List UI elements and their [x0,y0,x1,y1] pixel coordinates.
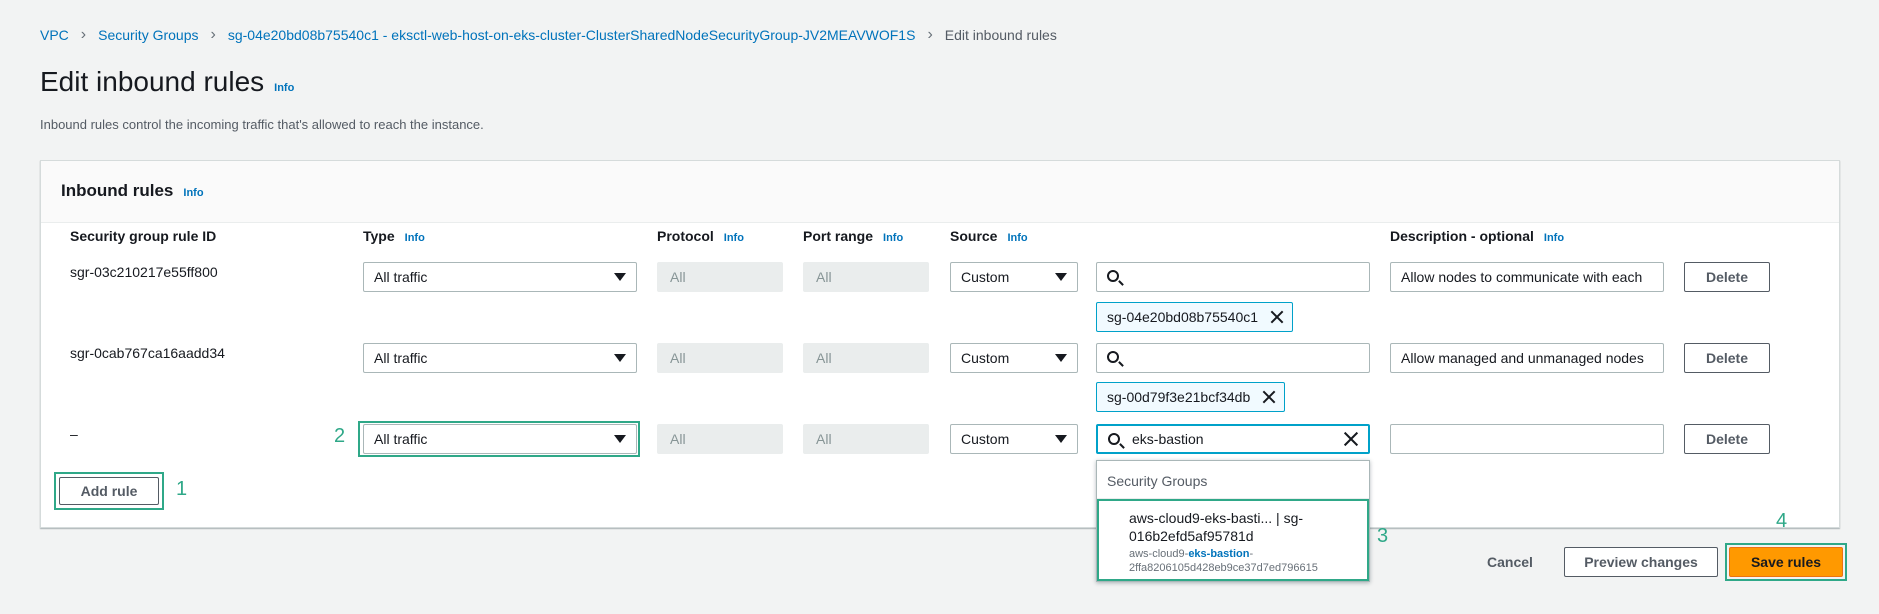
panel-title-text: Inbound rules [61,181,174,200]
description-info-link[interactable]: Info [1544,232,1564,244]
delete-button[interactable]: Delete [1684,262,1770,292]
description-input[interactable] [1390,424,1664,454]
add-rule-button[interactable]: Add rule [59,477,159,505]
column-header-rule-id-text: Security group rule ID [70,228,217,244]
protocol-input: All [657,343,783,373]
column-header-type-text: Type [363,228,395,244]
source-select[interactable]: Custom [950,424,1078,454]
protocol-info-link[interactable]: Info [724,232,744,244]
source-token: sg-04e20bd08b75540c1 [1096,302,1294,332]
panel-title: Inbound rules Info [61,181,204,201]
type-select[interactable]: All traffic [363,262,637,292]
source-token-label: sg-00d79f3e21bcf34db [1107,389,1251,405]
page-title-text: Edit inbound rules [40,66,265,97]
port-range-info-link[interactable]: Info [883,232,903,244]
close-icon[interactable] [1269,309,1285,325]
description-input[interactable]: Allow nodes to communicate with each [1390,262,1664,292]
dropdown-group-label: Security Groups [1097,461,1369,499]
page-title: Edit inbound rules Info [40,66,294,98]
source-select-value: Custom [961,269,1010,285]
search-icon [1107,351,1119,363]
delete-button[interactable]: Delete [1684,424,1770,454]
dropdown-option-tag-match: eks-bastion [1188,548,1250,560]
source-info-link[interactable]: Info [1007,232,1027,244]
source-select-value: Custom [961,431,1010,447]
search-icon [1107,270,1119,282]
close-icon[interactable] [1261,389,1277,405]
step-number-1: 1 [176,478,188,500]
step-number-2: 2 [334,425,346,447]
type-select[interactable]: All traffic [363,424,637,454]
protocol-input: All [657,424,783,454]
dropdown-option-label-line2: 016b2efd5af95781d [1129,528,1254,544]
source-select-value: Custom [961,350,1010,366]
clear-icon[interactable] [1342,430,1360,448]
source-search-input[interactable] [1096,262,1370,292]
column-header-type: Type Info [363,228,425,244]
column-header-description-text: Description - optional [1390,228,1534,244]
port-range-input: All [803,424,929,454]
column-header-rule-id: Security group rule ID [70,228,216,244]
description-input[interactable]: Allow managed and unmanaged nodes [1390,343,1664,373]
breadcrumb-security-group[interactable]: sg-04e20bd08b75540c1 - eksctl-web-host-o… [228,27,916,43]
rule-id: sgr-03c210217e55ff800 [70,264,218,280]
dropdown-option-security-group[interactable]: aws-cloud9-eks-basti... | sg- 016b2efd5a… [1097,499,1369,581]
save-rules-button[interactable]: Save rules [1729,547,1843,577]
port-range-input: All [803,262,929,292]
type-select[interactable]: All traffic [363,343,637,373]
column-header-port-range-text: Port range [803,228,874,244]
chevron-right-icon: › [927,26,933,43]
panel-info-link[interactable]: Info [183,187,203,199]
chevron-right-icon: › [80,26,87,43]
panel-header: Inbound rules Info [41,161,1839,223]
dropdown-option-label-line1: aws-cloud9-eks-basti... | sg- [1129,510,1304,526]
port-range-input: All [803,343,929,373]
column-header-protocol-text: Protocol [657,228,714,244]
type-select-value: All traffic [374,431,428,447]
type-select-value: All traffic [374,350,428,366]
dropdown-option-tag-prefix: aws-cloud9- [1129,548,1189,560]
caret-down-icon [614,273,626,281]
page-info-link[interactable]: Info [274,82,294,94]
source-token-label: sg-04e20bd08b75540c1 [1107,309,1259,325]
protocol-input: All [657,262,783,292]
breadcrumb-vpc[interactable]: VPC [40,27,69,43]
dropdown-option-tag-suffix: - [1249,548,1254,560]
caret-down-icon [1055,435,1067,443]
breadcrumb-security-groups[interactable]: Security Groups [98,27,198,43]
column-header-protocol: Protocol Info [657,228,744,244]
page-description: Inbound rules control the incoming traff… [40,117,484,132]
dropdown-option-tag-line2: 2ffa8206105d428eb9ce37d7ed796615 [1129,562,1318,574]
column-header-source-text: Source [950,228,998,244]
column-header-port-range: Port range Info [803,228,903,244]
preview-changes-button[interactable]: Preview changes [1564,547,1718,577]
delete-button[interactable]: Delete [1684,343,1770,373]
column-header-source: Source Info [950,228,1028,244]
column-header-description: Description - optional Info [1390,228,1564,244]
step-number-4: 4 [1776,510,1788,532]
caret-down-icon [614,435,626,443]
breadcrumb: VPC › Security Groups › sg-04e20bd08b755… [40,26,1057,44]
search-icon [1108,433,1120,445]
dropdown-option-tag: aws-cloud9-eks-bastion- 2ffa8206105d428e… [1129,547,1357,575]
caret-down-icon [1055,273,1067,281]
breadcrumb-current: Edit inbound rules [944,27,1057,43]
caret-down-icon [614,354,626,362]
source-search-value: eks-bastion [1132,431,1204,447]
source-search-input[interactable]: eks-bastion [1096,424,1370,454]
source-select[interactable]: Custom [950,343,1078,373]
source-search-input[interactable] [1096,343,1370,373]
step-number-3: 3 [1377,525,1389,547]
source-select[interactable]: Custom [950,262,1078,292]
type-select-value: All traffic [374,269,428,285]
cancel-button[interactable]: Cancel [1472,547,1548,577]
caret-down-icon [1055,354,1067,362]
chevron-right-icon: › [210,26,216,43]
rule-id: – [70,426,78,442]
type-info-link[interactable]: Info [405,232,425,244]
source-token: sg-00d79f3e21bcf34db [1096,382,1286,412]
source-dropdown: Security Groups aws-cloud9-eks-basti... … [1096,460,1370,582]
rule-id: sgr-0cab767ca16aadd34 [70,345,225,361]
dropdown-option-label: aws-cloud9-eks-basti... | sg- 016b2efd5a… [1129,509,1357,545]
